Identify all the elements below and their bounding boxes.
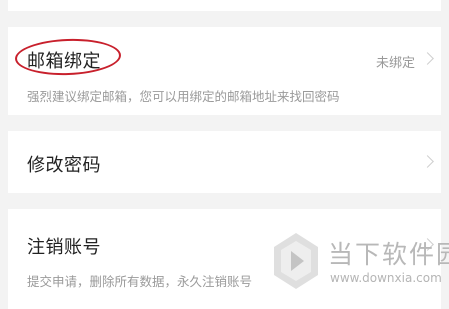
watermark: 当下软件园 www.downxia.com: [266, 229, 449, 301]
cancel-account-title: 注销账号: [27, 237, 101, 258]
chevron-right-icon: [421, 52, 434, 65]
watermark-url: www.downxia.com: [330, 271, 442, 285]
chevron-right-icon: [421, 155, 434, 168]
email-binding-status: 未绑定: [375, 56, 415, 71]
email-binding-description: 强烈建议绑定邮箱，您可以用绑定的邮箱地址来找回密码: [27, 89, 340, 104]
account-security-page: 邮箱绑定 未绑定 强烈建议绑定邮箱，您可以用绑定的邮箱地址来找回密码 修改密码 …: [0, 0, 449, 309]
cancel-account-description: 提交申请，删除所有数据，永久注销账号: [27, 274, 253, 289]
top-card-fragment: [8, 0, 441, 11]
watermark-title: 当下软件园: [328, 240, 449, 269]
change-password-title: 修改密码: [27, 155, 101, 176]
change-password-row[interactable]: 修改密码: [8, 131, 441, 193]
watermark-logo-icon: [274, 233, 318, 289]
